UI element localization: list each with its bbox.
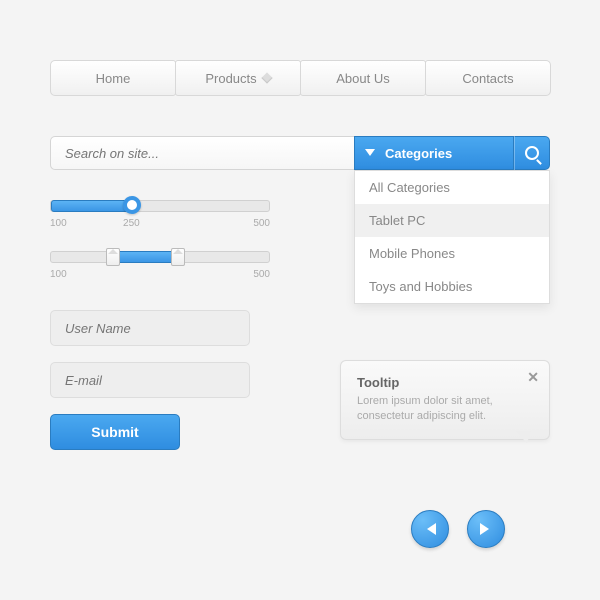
username-input[interactable] bbox=[50, 310, 250, 346]
slider-handle-low[interactable] bbox=[106, 248, 120, 266]
prev-button[interactable] bbox=[411, 510, 449, 548]
nav-label: About Us bbox=[336, 71, 389, 86]
search-bar: Categories All Categories Tablet PC Mobi… bbox=[50, 136, 550, 170]
slider-min-label: 100 bbox=[50, 269, 67, 280]
tooltip-tail-icon bbox=[515, 431, 531, 455]
categories-label: Categories bbox=[385, 146, 452, 161]
nav-label: Home bbox=[96, 71, 131, 86]
search-input[interactable] bbox=[50, 136, 354, 170]
slider-mid-label: 250 bbox=[123, 218, 140, 229]
submit-button[interactable]: Submit bbox=[50, 414, 180, 450]
tooltip-title: Tooltip bbox=[357, 375, 533, 390]
dropdown-item[interactable]: Mobile Phones bbox=[355, 237, 549, 270]
sliders-group: 100 250 500 100 500 bbox=[50, 200, 270, 280]
form-group: Submit bbox=[50, 310, 250, 450]
nav-label: Products bbox=[205, 71, 256, 86]
chevron-down-icon bbox=[365, 149, 375, 161]
slider-labels: 100 250 500 bbox=[50, 218, 270, 229]
categories-dropdown: All Categories Tablet PC Mobile Phones T… bbox=[354, 170, 550, 304]
categories-button[interactable]: Categories bbox=[354, 136, 514, 170]
nav-about[interactable]: About Us bbox=[300, 60, 426, 96]
pagination-arrows bbox=[411, 510, 505, 548]
dropdown-item[interactable]: Tablet PC bbox=[355, 204, 549, 237]
nav-home[interactable]: Home bbox=[50, 60, 176, 96]
search-button[interactable] bbox=[514, 136, 550, 170]
tooltip-body: Lorem ipsum dolor sit amet, consectetur … bbox=[357, 394, 533, 425]
slider-fill bbox=[51, 200, 132, 212]
top-nav: Home Products About Us Contacts bbox=[50, 60, 550, 96]
slider-track[interactable] bbox=[50, 200, 270, 212]
arrow-right-icon bbox=[480, 523, 495, 535]
arrow-left-icon bbox=[421, 523, 436, 535]
nav-contacts[interactable]: Contacts bbox=[425, 60, 551, 96]
nav-label: Contacts bbox=[462, 71, 513, 86]
slider-range: 100 500 bbox=[50, 251, 270, 280]
slider-single: 100 250 500 bbox=[50, 200, 270, 229]
tooltip: ✕ Tooltip Lorem ipsum dolor sit amet, co… bbox=[340, 360, 550, 440]
diamond-icon bbox=[261, 72, 272, 83]
dropdown-item[interactable]: Toys and Hobbies bbox=[355, 270, 549, 303]
slider-handle[interactable] bbox=[123, 196, 141, 214]
slider-track[interactable] bbox=[50, 251, 270, 263]
slider-handle-high[interactable] bbox=[171, 248, 185, 266]
slider-labels: 100 500 bbox=[50, 269, 270, 280]
slider-min-label: 100 bbox=[50, 218, 67, 229]
slider-max-label: 500 bbox=[253, 218, 270, 229]
search-icon bbox=[525, 146, 539, 160]
close-icon[interactable]: ✕ bbox=[527, 369, 539, 386]
slider-fill bbox=[112, 251, 177, 263]
next-button[interactable] bbox=[467, 510, 505, 548]
slider-max-label: 500 bbox=[253, 269, 270, 280]
dropdown-item[interactable]: All Categories bbox=[355, 171, 549, 204]
email-input[interactable] bbox=[50, 362, 250, 398]
nav-products[interactable]: Products bbox=[175, 60, 301, 96]
